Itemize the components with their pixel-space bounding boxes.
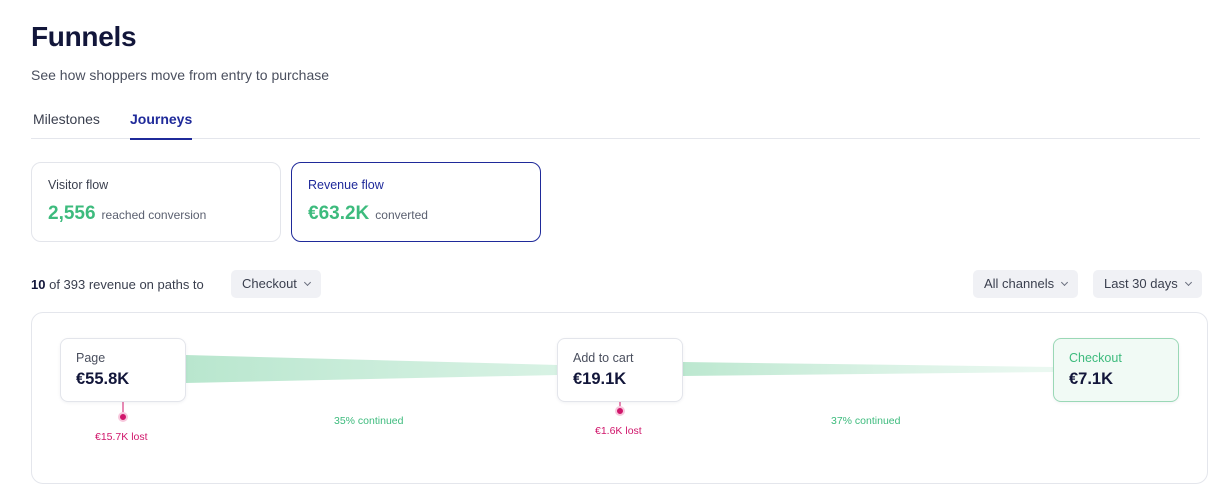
channel-select-label: All channels xyxy=(984,276,1055,291)
card-value: 2,556 reached conversion xyxy=(48,203,206,225)
destination-select-label: Checkout xyxy=(242,276,297,291)
chevron-down-icon xyxy=(1184,278,1192,287)
paths-summary-text: of 393 revenue on paths to xyxy=(49,277,204,292)
chevron-down-icon xyxy=(303,278,311,287)
node-label: Checkout xyxy=(1069,351,1122,365)
revenue-flow-card[interactable]: Revenue flow €63.2K converted xyxy=(291,162,541,242)
page-subtitle: See how shoppers move from entry to purc… xyxy=(31,67,330,83)
continued-label-cart-to-checkout: 37% continued xyxy=(831,415,901,427)
channel-select[interactable]: All channels xyxy=(973,270,1079,298)
card-value-suffix: reached conversion xyxy=(101,208,207,222)
page-title: Funnels xyxy=(31,21,137,52)
date-range-select[interactable]: Last 30 days xyxy=(1093,270,1202,298)
card-value-number: €63.2K xyxy=(308,203,370,224)
flow-band-cart-to-checkout xyxy=(683,362,1054,376)
node-label: Add to cart xyxy=(573,351,634,365)
tab-journeys[interactable]: Journeys xyxy=(130,111,193,140)
tab-milestones[interactable]: Milestones xyxy=(33,111,100,139)
loss-label-cart: €1.6K lost xyxy=(595,425,642,437)
flow-node-add-to-cart[interactable]: Add to cart €19.1K xyxy=(557,338,683,402)
node-label: Page xyxy=(76,351,106,365)
paths-count: 10 xyxy=(31,277,46,292)
node-value: €55.8K xyxy=(76,370,130,388)
loss-label-page: €15.7K lost xyxy=(95,431,148,443)
flow-band-page-to-cart xyxy=(186,355,558,383)
destination-select[interactable]: Checkout xyxy=(231,270,321,298)
chevron-down-icon xyxy=(1061,278,1069,287)
card-label: Visitor flow xyxy=(48,178,109,192)
node-value: €7.1K xyxy=(1069,370,1114,388)
date-range-select-label: Last 30 days xyxy=(1104,276,1178,291)
card-value-number: 2,556 xyxy=(48,203,96,224)
flow-node-checkout[interactable]: Checkout €7.1K xyxy=(1053,338,1179,402)
card-label: Revenue flow xyxy=(308,178,384,192)
visitor-flow-card[interactable]: Visitor flow 2,556 reached conversion xyxy=(31,162,281,242)
flow-node-page[interactable]: Page €55.8K xyxy=(60,338,186,402)
continued-label-page-to-cart: 35% continued xyxy=(334,415,404,427)
loss-dot-page xyxy=(118,412,128,422)
journey-flow-panel: Page €55.8K Add to cart €19.1K Checkout … xyxy=(31,312,1208,484)
card-value: €63.2K converted xyxy=(308,203,428,225)
tab-bar: Milestones Journeys xyxy=(31,111,1200,140)
paths-summary: 10 of 393 revenue on paths to xyxy=(31,277,204,292)
loss-dot-cart xyxy=(615,406,625,416)
card-value-suffix: converted xyxy=(375,208,428,222)
node-value: €19.1K xyxy=(573,370,627,388)
